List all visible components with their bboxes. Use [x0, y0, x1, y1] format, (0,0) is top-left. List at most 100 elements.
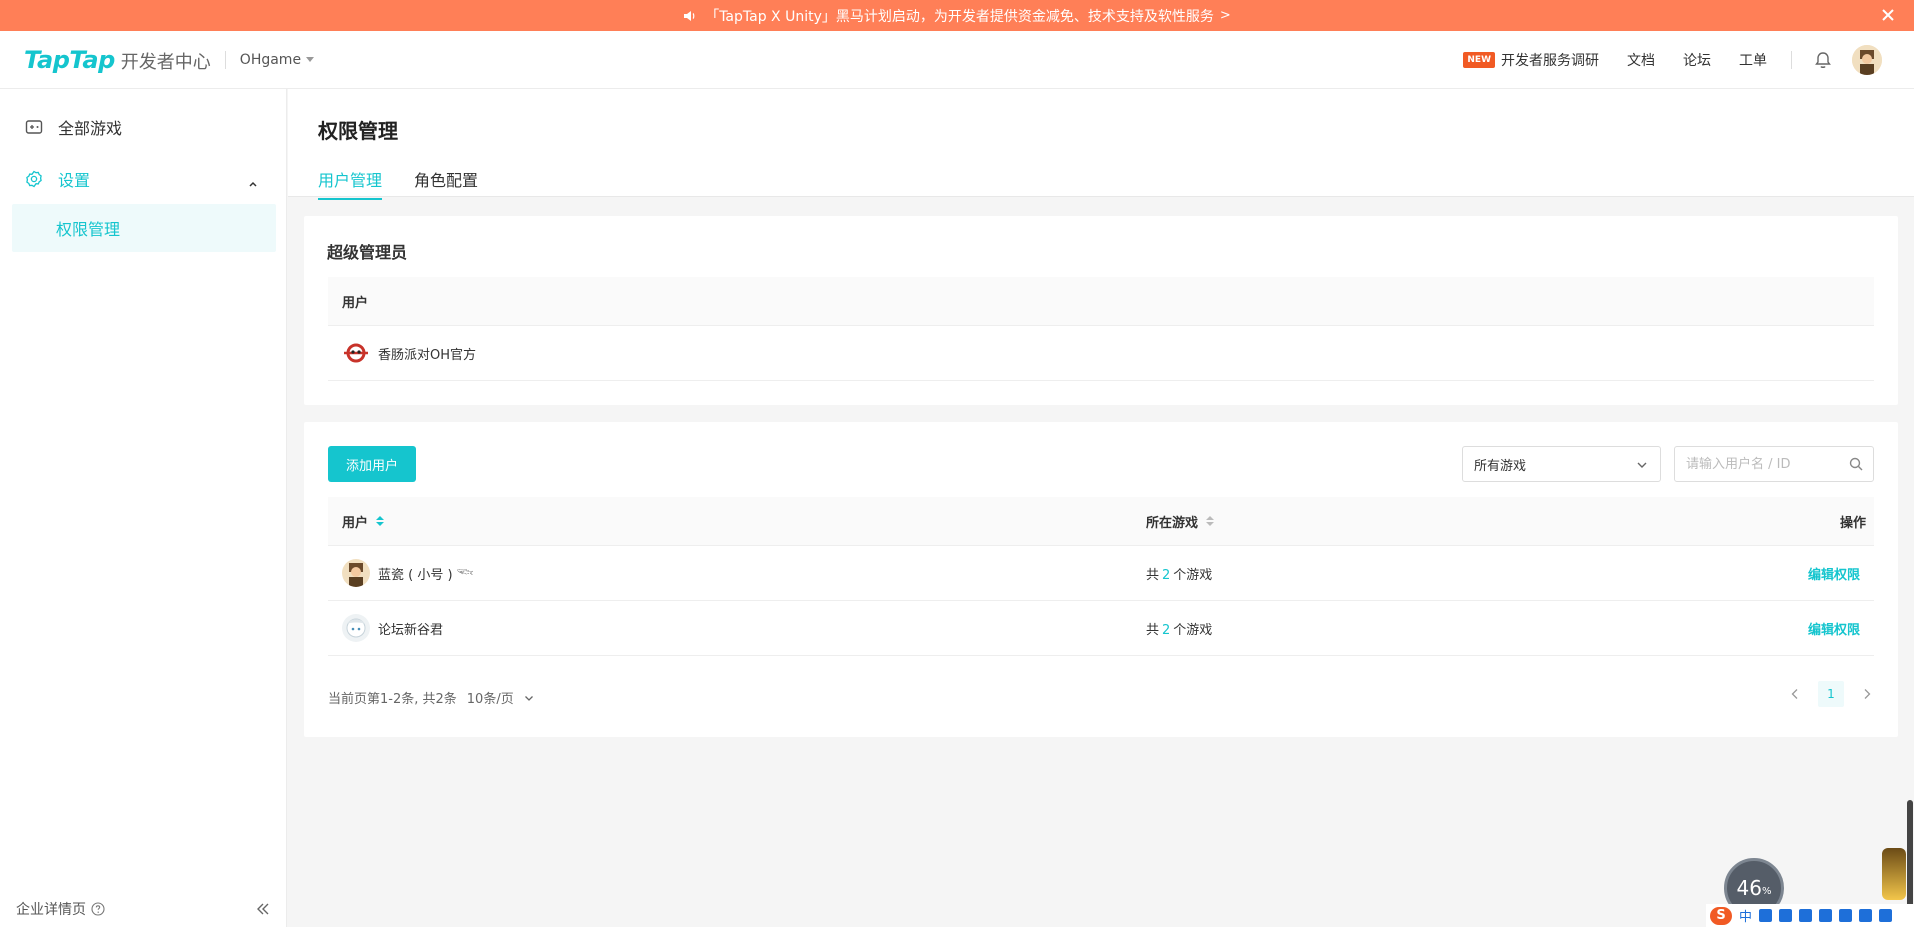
page-title: 权限管理 [318, 119, 398, 143]
edit-permission-link[interactable]: 编辑权限 [1808, 619, 1860, 638]
ime-logo-icon[interactable]: S [1710, 906, 1732, 925]
sort-icon[interactable] [1206, 516, 1215, 526]
ime-toolbar[interactable]: S 中 [1706, 904, 1914, 927]
games-prefix: 共 [1146, 567, 1160, 583]
keyboard-icon[interactable] [1819, 909, 1833, 922]
top-header: TapTap 开发者中心 OHgame NEW 开发者服务调研 文档 论坛 工单 [0, 31, 1914, 89]
games-count: 2 [1162, 622, 1171, 638]
new-badge: NEW [1463, 51, 1495, 68]
games-suffix: 个游戏 [1173, 567, 1213, 583]
bell-icon[interactable] [1814, 51, 1832, 69]
sidebar-item-permissions[interactable]: 权限管理 [12, 204, 276, 252]
super-admin-table-header: 用户 [328, 277, 1874, 326]
column-header-user[interactable]: 用户 [328, 512, 385, 531]
ime-mode-label[interactable]: 中 [1739, 906, 1752, 925]
collapse-sidebar-icon[interactable] [256, 902, 270, 916]
tab-user-management[interactable]: 用户管理 [318, 167, 383, 200]
user-name: 论坛新谷君 [378, 622, 444, 638]
avatar[interactable] [1852, 44, 1882, 75]
page-header: 权限管理 用户管理 角色配置 [288, 89, 1914, 200]
header-divider [224, 50, 226, 69]
column-header-games[interactable]: 所在游戏 [1146, 512, 1215, 531]
column-header-games-label: 所在游戏 [1146, 515, 1199, 531]
user-icon[interactable] [1839, 909, 1853, 922]
user-name: 香肠派对OH官方 [378, 347, 477, 363]
sidebar-item-settings[interactable]: 设置 [12, 155, 276, 203]
avatar [342, 559, 370, 587]
pagination: 1 [1782, 681, 1880, 707]
users-table-header: 用户 所在游戏 操作 [328, 497, 1874, 546]
banner-text[interactable]: 「TapTap X Unity」黑马计划启动，为开发者提供资金减免、技术支持及软… [705, 6, 1214, 26]
chevron-up-icon [248, 173, 258, 192]
games-count-cell: 共 2 个游戏 [1146, 619, 1212, 638]
column-header-user-label: 用户 [342, 515, 369, 531]
game-filter-select[interactable]: 所有游戏 [1462, 446, 1661, 482]
trophy-icon[interactable] [1882, 848, 1906, 900]
logo-brand: TapTap [24, 45, 115, 74]
sidebar-item-label: 设置 [58, 171, 91, 190]
sidebar-item-label: 全部游戏 [58, 119, 123, 138]
search-input[interactable] [1686, 449, 1846, 479]
add-user-button[interactable]: 添加用户 [328, 446, 416, 482]
user-name: 蓝瓷 ( 小号 ) 𓆝 [378, 567, 474, 583]
table-row: 论坛新谷君 共 2 个游戏 编辑权限 [328, 601, 1874, 656]
user-cell: 香肠派对OH官方 [328, 339, 476, 367]
games-count-cell: 共 2 个游戏 [1146, 564, 1212, 583]
docs-link[interactable]: 文档 [1627, 50, 1655, 70]
close-icon[interactable] [1878, 5, 1898, 25]
tab-role-config[interactable]: 角色配置 [414, 167, 478, 199]
microphone-icon[interactable] [1799, 909, 1813, 922]
page-size-select[interactable]: 10条/页 [467, 688, 534, 707]
caret-down-icon [306, 57, 315, 62]
sidebar-footer: 企业详情页 [16, 899, 272, 919]
org-name: OHgame [239, 51, 302, 68]
announcement-banner[interactable]: 「TapTap X Unity」黑马计划启动，为开发者提供资金减免、技术支持及软… [0, 0, 1914, 31]
game-filter-value: 所有游戏 [1474, 458, 1527, 474]
logo-subtitle: 开发者中心 [120, 51, 211, 73]
user-cell: 蓝瓷 ( 小号 ) 𓆝 [328, 559, 474, 587]
header-separator [1791, 50, 1792, 69]
super-admin-title: 超级管理员 [327, 243, 408, 262]
edit-permission-link[interactable]: 编辑权限 [1808, 564, 1860, 583]
games-suffix: 个游戏 [1173, 622, 1213, 638]
super-admin-card: 超级管理员 用户 香肠派对OH官方 [304, 216, 1898, 405]
emoji-icon[interactable] [1779, 909, 1793, 922]
pagination-info: 当前页第1-2条, 共2条 10条/页 [328, 688, 534, 707]
company-details-link[interactable]: 企业详情页 [16, 899, 86, 919]
forum-link[interactable]: 论坛 [1683, 50, 1711, 70]
sidebar: 全部游戏 设置 权限管理 企业详情页 [0, 89, 287, 927]
sort-icon[interactable] [376, 516, 385, 526]
users-card: 添加用户 所有游戏 用户 所在游戏 操作 蓝瓷 ( 小号 ) 𓆝 [304, 422, 1898, 737]
games-prefix: 共 [1146, 622, 1160, 638]
grid-icon[interactable] [1879, 909, 1893, 922]
scrollbar-thumb[interactable] [1907, 800, 1913, 910]
prev-page-icon[interactable] [1782, 681, 1808, 707]
pagination-summary: 当前页第1-2条, 共2条 [328, 692, 457, 707]
punctuation-icon[interactable] [1759, 909, 1773, 922]
table-row: 蓝瓷 ( 小号 ) 𓆝 共 2 个游戏 编辑权限 [328, 546, 1874, 601]
speed-value: 46 [1736, 876, 1762, 900]
survey-link-label: 开发者服务调研 [1501, 52, 1599, 69]
ticket-link[interactable]: 工单 [1739, 50, 1767, 70]
column-header-user: 用户 [342, 295, 369, 311]
avatar [342, 614, 370, 642]
next-page-icon[interactable] [1854, 681, 1880, 707]
gamepad-icon [24, 117, 44, 137]
tab-bar: 用户管理 角色配置 [318, 167, 510, 200]
search-icon[interactable] [1849, 457, 1863, 471]
avatar [342, 339, 370, 367]
speed-unit: % [1761, 885, 1772, 897]
org-switcher[interactable]: OHgame [239, 51, 315, 68]
column-header-actions: 操作 [1839, 515, 1866, 531]
games-count: 2 [1162, 567, 1171, 583]
page-number[interactable]: 1 [1818, 681, 1844, 707]
skin-icon[interactable] [1859, 909, 1873, 922]
user-cell: 论坛新谷君 [328, 614, 443, 642]
header-actions: NEW 开发者服务调研 文档 论坛 工单 [1435, 44, 1882, 75]
help-icon[interactable] [91, 902, 105, 916]
sidebar-item-all-games[interactable]: 全部游戏 [12, 103, 276, 151]
survey-link[interactable]: NEW 开发者服务调研 [1463, 50, 1599, 70]
logo[interactable]: TapTap 开发者中心 [24, 46, 211, 74]
chevron-down-icon [524, 695, 533, 701]
page-size-value: 10条/页 [466, 692, 514, 707]
